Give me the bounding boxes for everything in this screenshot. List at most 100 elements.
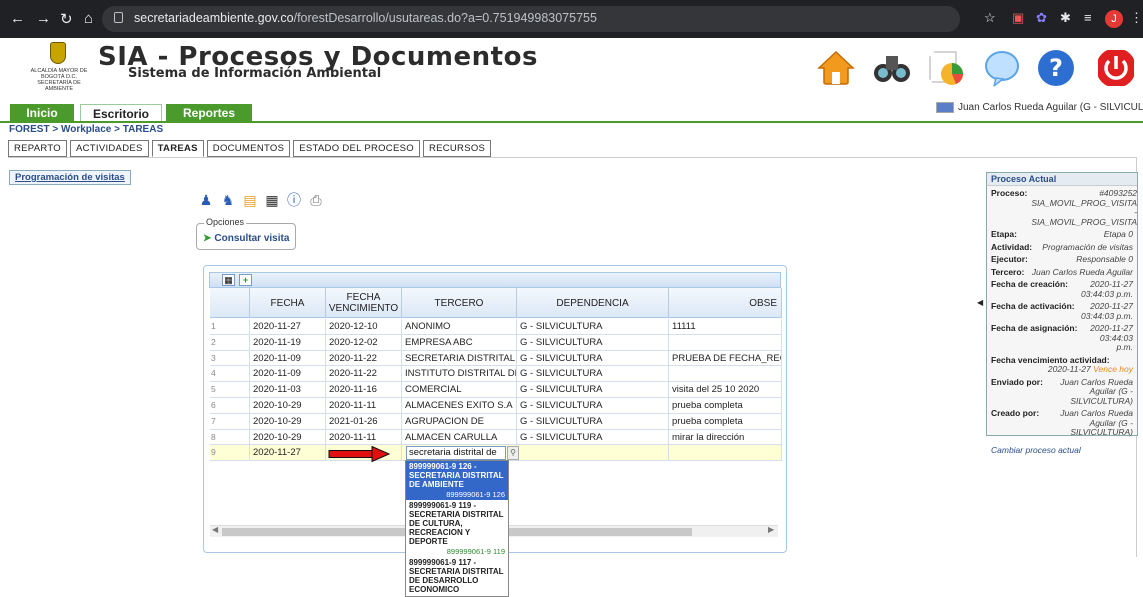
tab-escritorio[interactable]: Escritorio (80, 104, 162, 122)
chat-bubble-icon[interactable] (982, 48, 1022, 88)
tab-reportes[interactable]: Reportes (166, 104, 252, 122)
table-cell[interactable]: 2020-11-03 (250, 382, 326, 398)
table-cell[interactable]: G - SILVICULTURA (517, 319, 669, 335)
table-row[interactable]: 6 2020-10-29 2020-11-11 ALMACENES EXITO S.A… (210, 397, 782, 414)
search-icon[interactable]: ⚲ (507, 446, 519, 460)
tab-actividades[interactable]: ACTIVIDADES (69, 140, 149, 157)
table-cell[interactable]: ANONIMO (402, 319, 517, 335)
table-cell[interactable]: G - SILVICULTURA (517, 350, 669, 367)
table-cell[interactable]: 2020-12-02 (326, 334, 402, 351)
table-cell[interactable] (669, 366, 782, 383)
table-cell[interactable]: G - SILVICULTURA (517, 397, 669, 414)
hierarchy-icon[interactable]: ▦ (263, 191, 281, 209)
table-cell[interactable]: 2020-10-29 (250, 429, 326, 446)
table-cell[interactable]: G - SILVICULTURA (517, 429, 669, 446)
table-cell[interactable]: 2020-11-16 (326, 382, 402, 398)
table-cell[interactable]: PRUEBA DE FECHA_REC (669, 350, 782, 367)
autocomplete-option[interactable]: 899999061-9 126 - SECRETARIA DISTRITAL D… (406, 461, 508, 500)
col-dependencia[interactable]: DEPENDENCIA (517, 288, 669, 318)
scroll-left-icon[interactable]: ◀ (212, 525, 218, 534)
profile-avatar[interactable]: J (1105, 10, 1123, 28)
table-cell[interactable]: 2020-11-22 (326, 366, 402, 383)
users-icon[interactable]: ♞ (219, 191, 237, 209)
table-cell[interactable] (517, 445, 669, 462)
table-row[interactable]: 8 2020-10-29 2020-11-11 ALMACEN CARULLA G - … (210, 429, 782, 446)
table-cell[interactable]: 2020-11-27 (250, 319, 326, 335)
home-icon[interactable]: ⌂ (84, 10, 93, 27)
table-row[interactable]: 4 2020-11-09 2020-11-22 INSTITUTO DISTRITAL… (210, 366, 782, 383)
table-cell[interactable]: 2020-11-09 (250, 366, 326, 383)
table-cell[interactable]: visita del 25 10 2020 (669, 382, 782, 398)
reports-chart-icon[interactable] (926, 48, 966, 88)
table-cell[interactable]: EMPRESA ABC (402, 334, 517, 351)
table-cell[interactable]: 11111 (669, 319, 782, 335)
col-observaciones[interactable]: OBSE (669, 288, 782, 318)
table-row[interactable]: 5 2020-11-03 2020-11-16 COMERCIAL G - SILVIC… (210, 382, 782, 398)
info-icon[interactable]: ⓘ (285, 191, 303, 209)
tab-estado-del-proceso[interactable]: ESTADO DEL PROCESO (293, 140, 420, 157)
table-cell[interactable]: 2020-11-22 (326, 350, 402, 367)
table-cell[interactable]: prueba completa (669, 413, 782, 430)
table-cell[interactable]: 2020-11-11 (326, 397, 402, 414)
table-row[interactable]: 1 2020-11-27 2020-12-10 ANONIMO G - SILVICUL… (210, 319, 782, 335)
tab-reparto[interactable]: REPARTO (8, 140, 67, 157)
save-icon[interactable]: ▦ (222, 274, 235, 286)
table-cell[interactable]: AGRUPACION DE (402, 413, 517, 430)
table-cell[interactable]: G - SILVICULTURA (517, 366, 669, 383)
cambiar-proceso-link[interactable]: Cambiar proceso actual (987, 445, 1137, 455)
menu-dots-icon[interactable]: ⋮ (1130, 10, 1143, 26)
add-row-icon[interactable]: + (239, 274, 252, 286)
binoculars-icon[interactable] (872, 48, 912, 88)
table-cell[interactable]: INSTITUTO DISTRITAL DE (402, 366, 517, 383)
print-icon[interactable]: ⎙ (307, 191, 325, 209)
user-icon[interactable]: ♟ (197, 191, 215, 209)
tab-tareas[interactable]: TAREAS (151, 140, 204, 157)
table-cell[interactable] (669, 445, 782, 462)
autocomplete-option[interactable]: 899999061-9 119 - SECRETARIA DISTRITAL D… (406, 500, 508, 557)
tercero-autocomplete-input[interactable]: secretaria distrital de (406, 446, 506, 460)
table-cell[interactable]: 2020-11-27 (250, 445, 326, 462)
extensions-puzzle-icon[interactable]: ✱ (1060, 10, 1071, 26)
power-logout-icon[interactable] (1096, 48, 1136, 88)
table-row[interactable]: 2 2020-11-19 2020-12-02 EMPRESA ABC G - SILV… (210, 334, 782, 351)
table-cell[interactable]: prueba completa (669, 397, 782, 414)
collapse-panel-icon[interactable]: ◀ (977, 298, 983, 307)
table-row[interactable]: 7 2020-10-29 2021-01-26 AGRUPACION DE G - SI… (210, 413, 782, 430)
autocomplete-option[interactable]: 899999061-9 117 - SECRETARIA DISTRITAL D… (406, 557, 508, 596)
table-cell[interactable]: 2020-10-29 (250, 397, 326, 414)
forward-icon[interactable]: → (36, 10, 51, 27)
col-fecha-vencimiento[interactable]: FECHA VENCIMIENTO (326, 288, 402, 318)
tab-inicio[interactable]: Inicio (10, 104, 74, 122)
programacion-visitas-link[interactable]: Programación de visitas (9, 170, 131, 185)
reload-icon[interactable]: ↻ (60, 10, 73, 28)
reading-list-icon[interactable]: ≡ (1084, 10, 1092, 25)
col-fecha[interactable]: FECHA (250, 288, 326, 318)
tab-recursos[interactable]: RECURSOS (422, 140, 492, 157)
extension-gear-icon[interactable]: ✿ (1036, 10, 1047, 26)
table-cell[interactable]: SECRETARIA DISTRITAL (402, 350, 517, 367)
home-icon[interactable] (816, 48, 856, 88)
tab-documentos[interactable]: DOCUMENTOS (206, 140, 291, 157)
breadcrumb[interactable]: FOREST > Workplace > TAREAS (9, 124, 163, 135)
table-cell[interactable]: 2020-11-09 (250, 350, 326, 367)
table-cell[interactable]: 2020-12-10 (326, 319, 402, 335)
table-cell[interactable]: 2020-10-29 (250, 413, 326, 430)
scroll-right-icon[interactable]: ▶ (768, 525, 774, 534)
table-cell[interactable]: G - SILVICULTURA (517, 382, 669, 398)
help-icon[interactable]: ? (1036, 48, 1076, 88)
comment-icon[interactable]: ▤ (241, 191, 259, 209)
star-icon[interactable]: ☆ (984, 10, 996, 26)
table-cell[interactable]: COMERCIAL (402, 382, 517, 398)
table-cell[interactable]: ALMACEN CARULLA (402, 429, 517, 446)
table-cell[interactable]: G - SILVICULTURA (517, 334, 669, 351)
table-row[interactable]: 3 2020-11-09 2020-11-22 SECRETARIA DISTRITA… (210, 350, 782, 367)
table-cell[interactable]: G - SILVICULTURA (517, 413, 669, 430)
extension-pocket-icon[interactable]: ▣ (1012, 10, 1024, 26)
col-tercero[interactable]: TERCERO (402, 288, 517, 318)
address-bar[interactable]: secretariadeambiente.gov.co/forestDesarr… (102, 6, 960, 32)
table-cell[interactable]: 2020-11-11 (326, 429, 402, 446)
table-cell[interactable] (669, 334, 782, 351)
table-cell[interactable]: 2020-11-19 (250, 334, 326, 351)
table-cell[interactable]: 2021-01-26 (326, 413, 402, 430)
consultar-visita-link[interactable]: ➤ Consultar visita (203, 233, 289, 244)
